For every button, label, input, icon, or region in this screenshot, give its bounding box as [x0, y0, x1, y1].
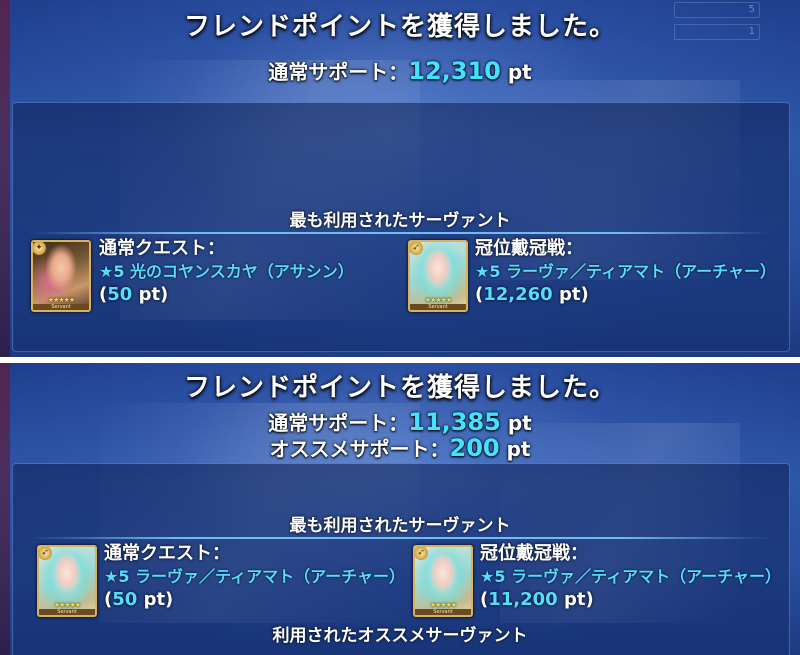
points-open: (	[99, 284, 108, 305]
entry-label: 冠位戴冠戦：	[475, 238, 583, 259]
section-header-recommended: 利用されたオススメサーヴァント	[272, 626, 528, 646]
entry-points: (50 pt)	[104, 589, 405, 611]
servant-name: ★5 ラーヴァ／ティアマト（アーチャー）	[104, 567, 405, 586]
points-value: 11,200	[488, 589, 558, 610]
points-value: 12,260	[483, 284, 553, 305]
result-title: フレンドポイントを獲得しました。	[183, 12, 616, 42]
entry-label: 通常クエスト：	[104, 543, 230, 564]
archer-class-icon: ➶	[415, 547, 428, 560]
servant-entry: 冠位戴冠戦： ★5 ラーヴァ／ティアマト（アーチャー） (11,200 pt)	[480, 543, 781, 611]
entry-points: (50 pt)	[99, 284, 354, 306]
support-unit: pt	[500, 411, 532, 435]
support-value: 200	[449, 434, 500, 462]
section-header: 最も利用されたサーヴァント	[289, 516, 511, 536]
support-value: 12,310	[408, 57, 501, 85]
support-value: 11,385	[408, 408, 501, 436]
card-label: Servant	[415, 609, 471, 615]
points-unit: pt)	[552, 284, 589, 305]
support-label: 通常サポート：	[268, 60, 409, 84]
servant-entry: 通常クエスト： ★5 光のコヤンスカヤ（アサシン） (50 pt)	[99, 238, 354, 306]
card-label: Servant	[39, 609, 95, 615]
points-value: 50	[107, 284, 133, 305]
rarity-stars-icon: ★★★★★	[424, 296, 452, 304]
section-divider	[30, 537, 770, 539]
support-points-line: 通常サポート：11,385 pt	[0, 407, 800, 436]
card-label: Servant	[410, 304, 466, 310]
points-unit: pt)	[137, 589, 174, 610]
entry-label: 冠位戴冠戦：	[480, 543, 588, 564]
friend-point-result-panel-2: フレンドポイントを獲得しました。 通常サポート：11,385 pt オススメサポ…	[0, 363, 800, 655]
support-unit: pt	[500, 60, 532, 84]
card-label: Servant	[33, 304, 89, 310]
archer-class-icon: ➶	[410, 242, 423, 255]
assassin-class-icon: ✦	[33, 242, 46, 255]
servant-name: ★5 ラーヴァ／ティアマト（アーチャー）	[480, 567, 781, 586]
support-label: オススメサポート：	[269, 437, 450, 461]
archer-class-icon: ➶	[39, 547, 52, 560]
result-title: フレンドポイントを獲得しました。	[183, 373, 616, 403]
points-unit: pt)	[557, 589, 594, 610]
recommended-support-points-line: オススメサポート：200 pt	[0, 433, 800, 462]
section-divider	[30, 232, 770, 234]
rarity-stars-icon: ★★★★★	[429, 601, 457, 609]
rarity-stars-icon: ★★★★★	[47, 296, 75, 304]
servant-entry: 通常クエスト： ★5 ラーヴァ／ティアマト（アーチャー） (50 pt)	[104, 543, 405, 611]
rarity-stars-icon: ★★★★★	[53, 601, 81, 609]
points-value: 50	[112, 589, 138, 610]
entry-points: (12,260 pt)	[475, 284, 776, 306]
support-label: 通常サポート：	[268, 411, 409, 435]
servant-name: ★5 光のコヤンスカヤ（アサシン）	[99, 262, 354, 281]
points-open: (	[104, 589, 113, 610]
section-header: 最も利用されたサーヴァント	[289, 211, 511, 231]
servant-name: ★5 ラーヴァ／ティアマト（アーチャー）	[475, 262, 776, 281]
entry-label: 通常クエスト：	[99, 238, 225, 259]
support-unit: pt	[499, 437, 531, 461]
servant-card[interactable]: ➶ ★★★★★ Servant	[37, 545, 97, 617]
servant-card[interactable]: ➶ ★★★★★ Servant	[413, 545, 473, 617]
background-strip	[0, 0, 10, 357]
servant-card[interactable]: ➶ ★★★★★ Servant	[408, 240, 468, 312]
points-open: (	[480, 589, 489, 610]
servant-card[interactable]: ✦ ★★★★★ Servant	[31, 240, 91, 312]
entry-points: (11,200 pt)	[480, 589, 781, 611]
friend-point-result-panel-1: 5 1 フレンドポイントを獲得しました。 通常サポート：12,310 pt 最も…	[0, 0, 800, 357]
servant-entry: 冠位戴冠戦： ★5 ラーヴァ／ティアマト（アーチャー） (12,260 pt)	[475, 238, 776, 306]
support-points-line: 通常サポート：12,310 pt	[0, 56, 800, 85]
points-unit: pt)	[132, 284, 169, 305]
points-open: (	[475, 284, 484, 305]
